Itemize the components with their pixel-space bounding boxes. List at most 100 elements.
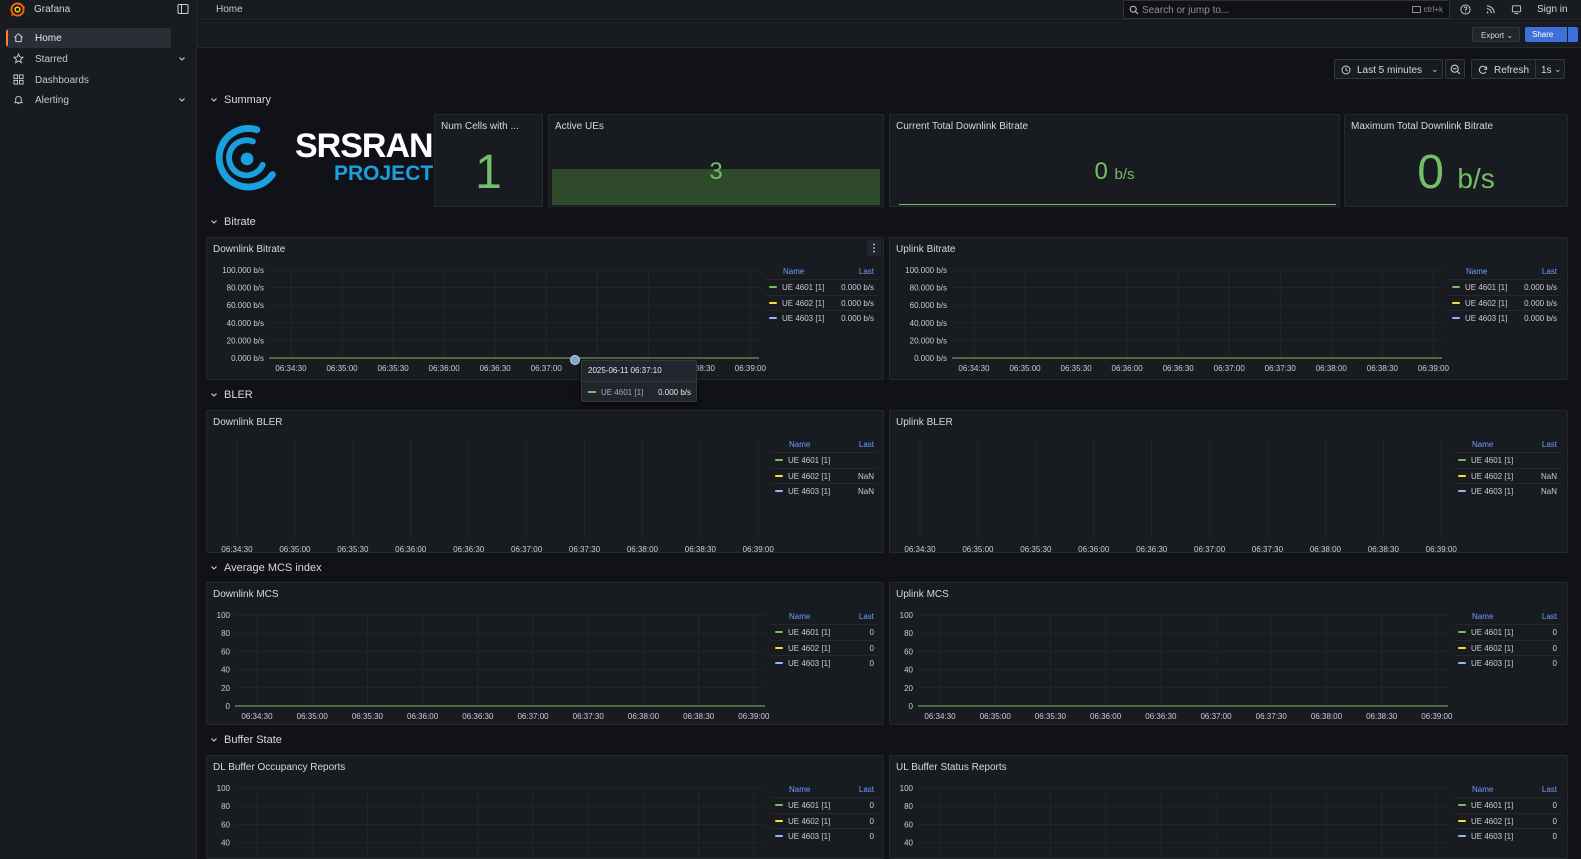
legend-row[interactable]: UE 4601 [1] <box>1454 452 1561 467</box>
panel-uplink-bitrate[interactable]: 06:34:30 06:35:00 06:35:30 06:36:00 06:36:30… <box>889 237 1568 380</box>
legend-row[interactable]: UE 4603 [1] 0.000 b/s <box>1448 310 1561 325</box>
y-tick-label: 40.000 b/s <box>227 319 264 328</box>
news-feed-icon[interactable] <box>1485 4 1496 15</box>
nav-item-alerting[interactable]: Alerting <box>6 90 171 110</box>
legend-row[interactable]: UE 4602 [1] NaN <box>1454 467 1561 483</box>
legend-header-last[interactable]: Last <box>859 267 874 276</box>
legend-header-last[interactable]: Last <box>859 612 874 621</box>
y-tick-label: 100 <box>900 784 914 793</box>
legend-series-name: UE 4603 [1] <box>1471 832 1514 841</box>
legend-row[interactable]: UE 4602 [1] 0 <box>771 812 878 828</box>
starred-expand-chevron-icon[interactable] <box>178 55 186 63</box>
panel-downlink-bler[interactable]: 06:34:30 06:35:00 06:35:30 06:36:00 06:36:30… <box>206 410 884 553</box>
brand[interactable]: Grafana <box>0 0 197 19</box>
breadcrumb-home[interactable]: Home <box>216 4 243 15</box>
legend-row[interactable]: UE 4602 [1] 0.000 b/s <box>1448 294 1561 310</box>
panel-ul-buffer-status[interactable]: 100 80 60 40 UL Buffer Status Reports Name L… <box>889 755 1568 859</box>
legend-header-last[interactable]: Last <box>1542 612 1557 621</box>
legend-header-last[interactable]: Last <box>859 440 874 449</box>
panel-downlink-mcs[interactable]: 06:34:30 06:35:00 06:35:30 06:36:00 06:36:30… <box>206 582 884 725</box>
legend-color-swatch <box>1452 301 1460 304</box>
kebab-menu-icon <box>873 243 875 253</box>
legend-header-name[interactable]: Name <box>1472 785 1493 794</box>
legend-row[interactable]: UE 4603 [1] 0 <box>771 828 878 843</box>
stat-panel-current-dl-bitrate[interactable]: Current Total Downlink Bitrate 0 b/s <box>889 114 1340 207</box>
legend-row[interactable]: UE 4602 [1] NaN <box>771 467 878 483</box>
search-input[interactable]: Search or jump to... ctrl+k <box>1123 0 1450 19</box>
legend-color-swatch <box>775 474 783 477</box>
row-bitrate[interactable]: Bitrate <box>210 215 256 229</box>
legend-row[interactable]: UE 4603 [1] 0 <box>771 655 878 670</box>
panel-uplink-bler[interactable]: 06:34:30 06:35:00 06:35:30 06:36:00 06:36:30… <box>889 410 1568 553</box>
legend-header-last[interactable]: Last <box>1542 785 1557 794</box>
logo-subtitle: PROJECT <box>334 162 434 185</box>
legend-header-last[interactable]: Last <box>1542 440 1557 449</box>
legend-row[interactable]: UE 4601 [1] 0 <box>771 624 878 639</box>
legend-row[interactable]: UE 4602 [1] 0 <box>1454 812 1561 828</box>
alerting-expand-chevron-icon[interactable] <box>178 96 186 104</box>
x-tick-label: 06:37:00 <box>1214 364 1246 373</box>
legend-header-name[interactable]: Name <box>1466 267 1487 276</box>
legend-row[interactable]: UE 4603 [1] NaN <box>771 483 878 498</box>
zoom-out-button[interactable] <box>1445 59 1465 79</box>
legend-series-name: UE 4601 [1] <box>1465 283 1508 292</box>
refresh-interval-picker[interactable]: 1s ⌄ <box>1535 59 1565 79</box>
legend-header-last[interactable]: Last <box>1542 267 1557 276</box>
panel-uplink-mcs[interactable]: 06:34:30 06:35:00 06:35:30 06:36:00 06:36:30… <box>889 582 1568 725</box>
y-tick-label: 100.000 b/s <box>222 266 264 275</box>
legend-header-last[interactable]: Last <box>859 785 874 794</box>
nav-item-dashboards[interactable]: Dashboards <box>6 70 171 90</box>
sign-in-link[interactable]: Sign in <box>1537 4 1568 15</box>
legend-row[interactable]: UE 4601 [1] <box>771 452 878 467</box>
legend-row[interactable]: UE 4603 [1] 0.000 b/s <box>765 310 878 325</box>
row-summary[interactable]: Summary <box>210 93 271 107</box>
panel-dl-buffer-occupancy[interactable]: 100 80 60 40 DL Buffer Occupancy Reports Na… <box>206 755 884 859</box>
legend-series-name: UE 4603 [1] <box>788 659 831 668</box>
help-icon[interactable] <box>1460 4 1471 15</box>
legend-row[interactable]: UE 4601 [1] 0.000 b/s <box>765 279 878 294</box>
legend-series-name: UE 4601 [1] <box>1471 628 1514 637</box>
legend-series-name: UE 4602 [1] <box>1471 471 1514 481</box>
legend-series-name: UE 4602 [1] <box>1471 816 1514 826</box>
nav-item-home[interactable]: Home <box>6 28 171 48</box>
nav-label-dashboards: Dashboards <box>35 75 89 86</box>
row-title-summary: Summary <box>224 94 272 106</box>
legend-header-name[interactable]: Name <box>1472 612 1493 621</box>
legend-row[interactable]: UE 4602 [1] 0 <box>1454 639 1561 655</box>
legend-row[interactable]: UE 4602 [1] 0 <box>771 639 878 655</box>
stat-panel-num-cells[interactable]: Num Cells with ... 1 <box>434 114 543 207</box>
legend-row[interactable]: UE 4603 [1] 0 <box>1454 828 1561 843</box>
legend-row[interactable]: UE 4601 [1] 0 <box>1454 624 1561 639</box>
legend-header-name[interactable]: Name <box>789 785 810 794</box>
legend-row[interactable]: UE 4602 [1] 0.000 b/s <box>765 294 878 310</box>
stat-panel-max-dl-bitrate[interactable]: Maximum Total Downlink Bitrate 0 b/s <box>1344 114 1568 207</box>
legend-header-name[interactable]: Name <box>1472 440 1493 449</box>
legend-color-swatch <box>769 286 777 288</box>
stat-panel-active-ues[interactable]: Active UEs 3 <box>548 114 884 207</box>
row-bler[interactable]: BLER <box>210 388 253 402</box>
export-button[interactable]: Export ⌄ <box>1472 27 1520 42</box>
legend-row[interactable]: UE 4603 [1] 0 <box>1454 655 1561 670</box>
row-buffer-state[interactable]: Buffer State <box>210 733 282 747</box>
panel-title: Current Total Downlink Bitrate <box>896 121 1029 132</box>
nav-label-home: Home <box>35 33 62 44</box>
legend-row[interactable]: UE 4601 [1] 0 <box>1454 797 1561 812</box>
panel-downlink-bitrate[interactable]: 06:34:30 06:35:00 06:35:30 06:36:00 06:36:30… <box>206 237 884 380</box>
legend-header-name[interactable]: Name <box>789 440 810 449</box>
legend-row[interactable]: UE 4601 [1] 0 <box>771 797 878 812</box>
time-range-picker[interactable]: Last 5 minutes ⌄ <box>1334 59 1443 79</box>
row-average-mcs-index[interactable]: Average MCS index <box>210 561 322 575</box>
y-tick-label: 100.000 b/s <box>905 266 947 275</box>
legend-series-name: UE 4601 [1] <box>788 628 831 637</box>
panel-menu-icon[interactable] <box>867 240 881 256</box>
legend-row[interactable]: UE 4601 [1] 0.000 b/s <box>1448 279 1561 294</box>
legend-header-name[interactable]: Name <box>783 267 804 276</box>
share-dropdown-chevron-icon[interactable] <box>1568 27 1578 42</box>
legend-header-name[interactable]: Name <box>789 612 810 621</box>
nav-item-starred[interactable]: Starred <box>6 49 171 69</box>
share-button[interactable]: Share <box>1525 27 1567 42</box>
kiosk-mode-icon[interactable] <box>1511 4 1522 15</box>
legend-row[interactable]: UE 4603 [1] NaN <box>1454 483 1561 498</box>
refresh-button[interactable]: Refresh <box>1471 59 1536 79</box>
dock-menu-icon[interactable] <box>177 3 189 15</box>
